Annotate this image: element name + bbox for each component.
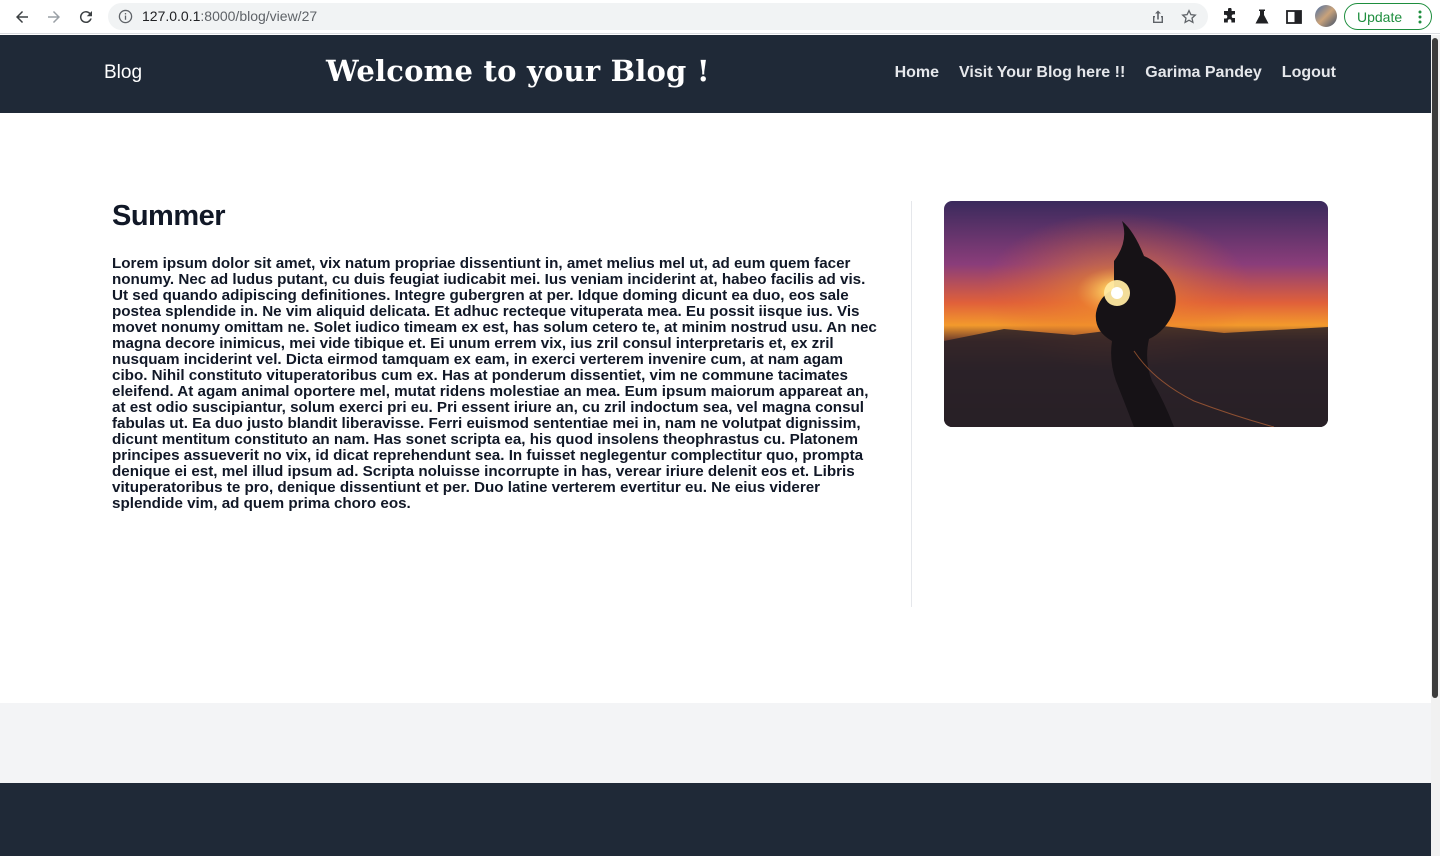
welcome-heading: Welcome to your Blog ! [326,54,710,88]
main-nav: Home Visit Your Blog here !! Garima Pand… [895,64,1336,82]
site-header: Blog Welcome to your Blog ! Home Visit Y… [0,35,1431,113]
flask-icon[interactable] [1253,8,1271,26]
update-label: Update [1357,8,1403,25]
reload-icon [79,11,92,24]
puzzle-icon[interactable] [1221,8,1239,26]
nav-home[interactable]: Home [895,64,939,82]
url-text: 127.0.0.1:8000/blog/view/27 [142,8,317,25]
kebab-menu-icon [1418,10,1422,24]
update-button[interactable]: Update [1344,3,1432,30]
info-icon[interactable] [118,9,133,24]
arrow-left-icon [16,11,28,23]
post-image [944,201,1328,427]
star-icon[interactable] [1181,9,1197,25]
scrollbar-thumb[interactable] [1432,38,1438,698]
brand-link[interactable]: Blog [104,62,142,84]
nav-visit-blog[interactable]: Visit Your Blog here !! [959,64,1125,82]
nav-logout[interactable]: Logout [1282,64,1336,82]
profile-avatar[interactable] [1315,5,1337,27]
column-divider [911,201,912,607]
url-path: :8000/blog/view/27 [200,8,318,24]
content-spacer-band [0,703,1431,783]
browser-toolbar: 127.0.0.1:8000/blog/view/27 Update [0,0,1440,34]
address-bar[interactable]: 127.0.0.1:8000/blog/view/27 [108,3,1208,30]
back-button[interactable] [10,5,34,29]
post-title: Summer [112,200,226,232]
forward-button[interactable] [42,5,66,29]
site-footer [0,783,1431,856]
share-icon[interactable] [1150,9,1166,25]
arrow-right-icon [48,11,60,23]
reload-button[interactable] [74,5,98,29]
url-host: 127.0.0.1 [142,8,201,24]
nav-user-name[interactable]: Garima Pandey [1145,64,1262,82]
side-panel-icon[interactable] [1285,8,1303,26]
post-body: Lorem ipsum dolor sit amet, vix natum pr… [112,255,877,512]
post-view: Summer Lorem ipsum dolor sit amet, vix n… [0,113,1431,703]
